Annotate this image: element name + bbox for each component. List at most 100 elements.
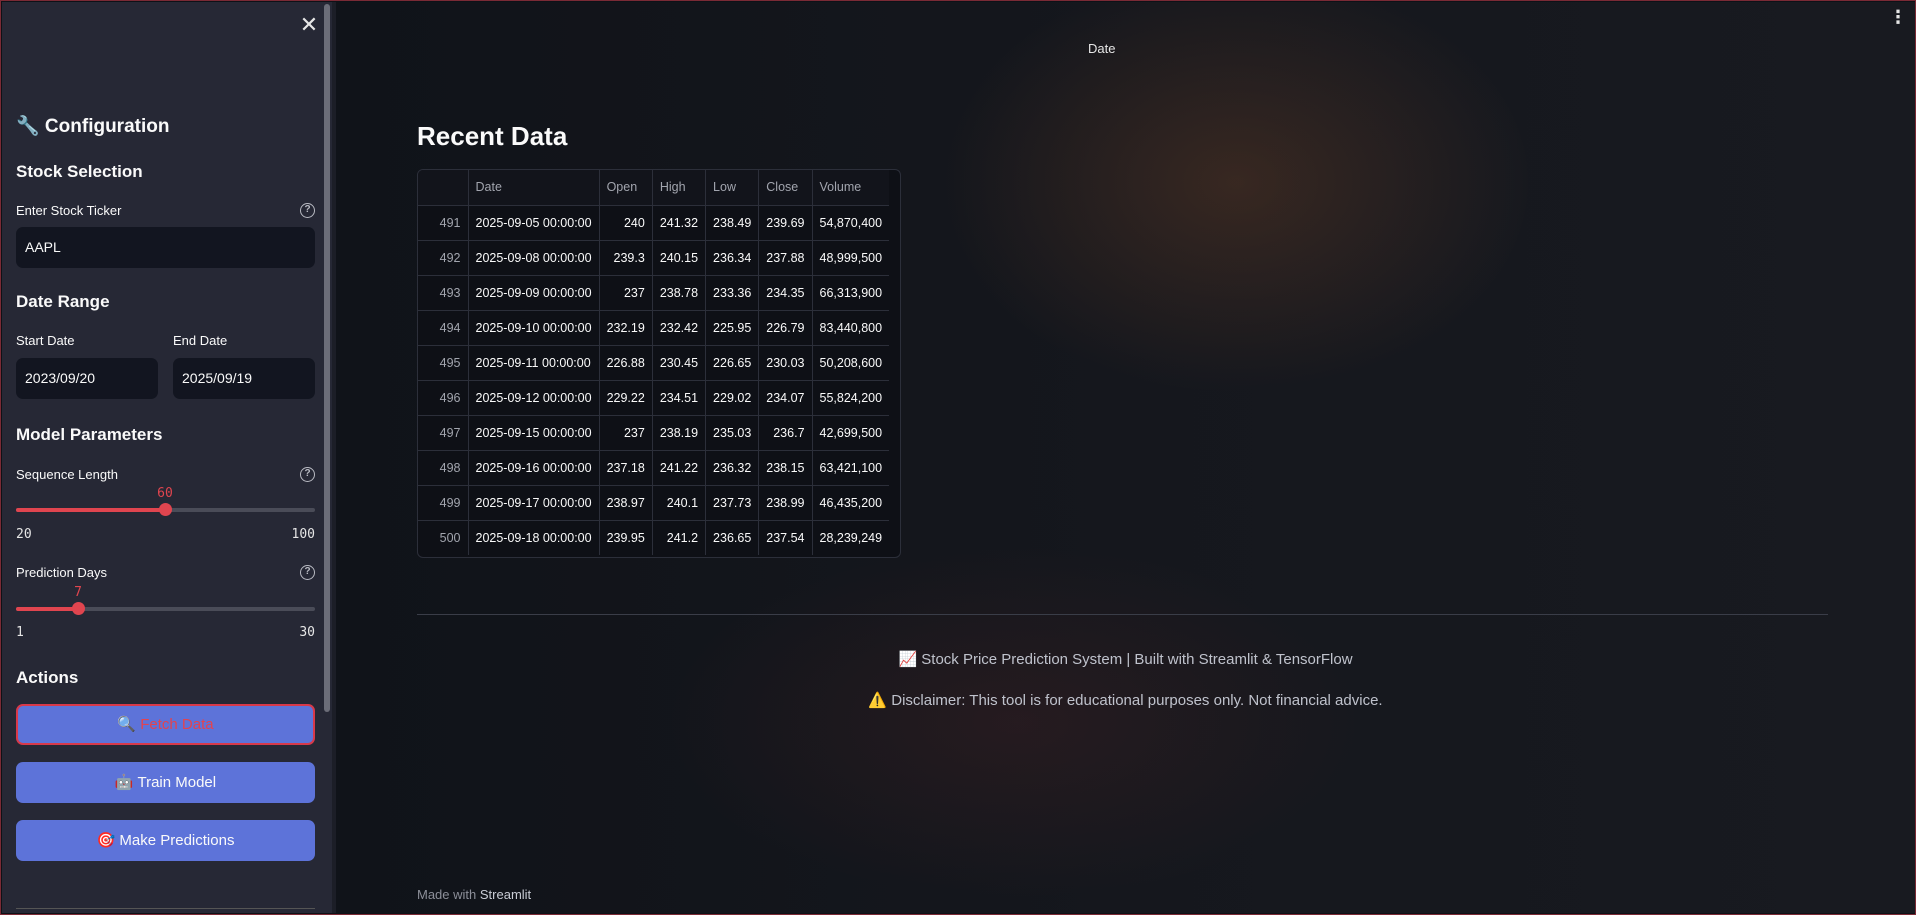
- ticker-help-icon[interactable]: ?: [300, 203, 315, 218]
- streamlit-link[interactable]: Streamlit: [480, 887, 531, 902]
- sidebar: ✕ 🔧 Configuration Stock Selection Enter …: [2, 2, 332, 913]
- table-row[interactable]: 495 2025-09-11 00:00:00 226.88 230.45 226.65…: [418, 345, 890, 381]
- row-index-cell: 497: [418, 415, 469, 451]
- footer-title: 📈 Stock Price Prediction System | Built …: [898, 651, 1353, 668]
- table-cell: 238.97: [599, 485, 653, 521]
- row-index-cell: 498: [418, 450, 469, 486]
- stock-selection-heading: Stock Selection: [16, 162, 143, 181]
- table-row[interactable]: 499 2025-09-17 00:00:00 238.97 240.1 237.73 2…: [418, 485, 890, 521]
- sidebar-divider: [16, 908, 315, 909]
- train-model-button[interactable]: 🤖 Train Model: [16, 762, 315, 803]
- table-cell: 239.95: [599, 520, 653, 555]
- table-cell: 42,699,500: [812, 415, 890, 451]
- table-cell: 234.51: [652, 380, 707, 416]
- sequence-length-label: Sequence Length: [16, 467, 118, 482]
- table-cell: 237.54: [758, 520, 813, 555]
- table-cell: 237: [599, 275, 653, 311]
- table-cell: 232.42: [652, 310, 707, 346]
- main-menu-icon[interactable]: ⋮: [1889, 8, 1907, 26]
- sidebar-scrollbar[interactable]: [324, 4, 330, 712]
- table-cell: 2025-09-05 00:00:00: [468, 205, 600, 241]
- table-row[interactable]: 493 2025-09-09 00:00:00 237 238.78 233.36 234…: [418, 275, 890, 311]
- table-cell: 48,999,500: [812, 240, 890, 276]
- table-header-cell[interactable]: Volume: [812, 170, 890, 206]
- table-header-row: Date Open High Low Close Volume: [418, 170, 890, 206]
- sequence-length-slider[interactable]: 60: [16, 486, 315, 516]
- table-cell: 236.7: [758, 415, 813, 451]
- table-cell: 2025-09-16 00:00:00: [468, 450, 600, 486]
- sidebar-title: 🔧 Configuration: [16, 116, 170, 137]
- table-cell: 236.65: [705, 520, 760, 555]
- table-header-cell[interactable]: Close: [758, 170, 813, 206]
- model-parameters-heading: Model Parameters: [16, 425, 163, 444]
- start-date-input[interactable]: 2023/09/20: [16, 358, 158, 399]
- table-cell: 2025-09-18 00:00:00: [468, 520, 600, 555]
- table-cell: 238.19: [652, 415, 707, 451]
- table-row[interactable]: 498 2025-09-16 00:00:00 237.18 241.22 236.32…: [418, 450, 890, 486]
- table-cell: 226.79: [758, 310, 813, 346]
- table-cell: 229.22: [599, 380, 653, 416]
- slider-fill: [16, 607, 78, 611]
- table-row[interactable]: 496 2025-09-12 00:00:00 229.22 234.51 229.02…: [418, 380, 890, 416]
- table-cell: 240: [599, 205, 653, 241]
- table-header-cell[interactable]: Open: [599, 170, 653, 206]
- table-row[interactable]: 492 2025-09-08 00:00:00 239.3 240.15 236.34 2…: [418, 240, 890, 276]
- date-range-heading: Date Range: [16, 292, 110, 311]
- end-date-input[interactable]: 2025/09/19: [173, 358, 315, 399]
- footer-disclaimer: ⚠️ Disclaimer: This tool is for educatio…: [868, 692, 1383, 709]
- table-cell: 238.99: [758, 485, 813, 521]
- table-cell: 55,824,200: [812, 380, 890, 416]
- slider-value: 7: [74, 585, 82, 600]
- table-cell: 234.35: [758, 275, 813, 311]
- slider-thumb[interactable]: [72, 602, 85, 615]
- table-row[interactable]: 491 2025-09-05 00:00:00 240 241.32 238.49 239…: [418, 205, 890, 241]
- table-row[interactable]: 497 2025-09-15 00:00:00 237 238.19 235.03 236…: [418, 415, 890, 451]
- table-cell: 230.03: [758, 345, 813, 381]
- actions-heading: Actions: [16, 668, 79, 687]
- recent-data-table[interactable]: Date Open High Low Close Volume 491 2025-09-05…: [417, 169, 901, 558]
- row-index-cell: 494: [418, 310, 469, 346]
- prediction-days-help-icon[interactable]: ?: [300, 565, 315, 580]
- table-cell: 2025-09-15 00:00:00: [468, 415, 600, 451]
- close-sidebar-icon[interactable]: ✕: [298, 14, 320, 36]
- table-cell: 226.88: [599, 345, 653, 381]
- table-header-cell[interactable]: [418, 170, 469, 206]
- ticker-label: Enter Stock Ticker: [16, 203, 122, 218]
- table-cell: 241.22: [652, 450, 707, 486]
- table-cell: 241.32: [652, 205, 707, 241]
- sequence-length-max: 100: [291, 527, 315, 542]
- footer-divider: [417, 614, 1828, 615]
- sequence-length-min: 20: [16, 527, 32, 542]
- table-header-cell[interactable]: Date: [468, 170, 600, 206]
- end-date-label: End Date: [173, 333, 228, 348]
- made-with-prefix: Made with: [417, 887, 477, 902]
- slider-thumb[interactable]: [159, 503, 172, 516]
- prediction-days-slider[interactable]: 7: [16, 585, 315, 615]
- table-cell: 2025-09-12 00:00:00: [468, 380, 600, 416]
- table-cell: 236.34: [705, 240, 760, 276]
- sequence-length-help-icon[interactable]: ?: [300, 467, 315, 482]
- make-predictions-button[interactable]: 🎯 Make Predictions: [16, 820, 315, 861]
- table-cell: 233.36: [705, 275, 760, 311]
- ticker-input[interactable]: AAPL: [16, 227, 315, 268]
- start-date-label: Start Date: [16, 333, 75, 348]
- slider-value: 60: [157, 486, 173, 501]
- table-cell: 50,208,600: [812, 345, 890, 381]
- table-cell: 238.49: [705, 205, 760, 241]
- prediction-days-min: 1: [16, 625, 24, 640]
- table-cell: 235.03: [705, 415, 760, 451]
- main-content: ⋮ Date Recent Data Date Open High Low Close V…: [336, 2, 1915, 913]
- table-cell: 28,239,249: [819, 530, 883, 545]
- chart-axis-label: Date: [1088, 41, 1116, 56]
- table-header-cell[interactable]: Low: [705, 170, 760, 206]
- row-index-cell: 492: [418, 240, 469, 276]
- table-cell: 238.78: [652, 275, 707, 311]
- table-row[interactable]: 494 2025-09-10 00:00:00 232.19 232.42 225.95…: [418, 310, 890, 346]
- row-index-cell: 499: [418, 485, 469, 521]
- fetch-data-button[interactable]: 🔍 Fetch Data: [16, 704, 315, 745]
- table-row[interactable]: 500 2025-09-18 00:00:00 239.95 241.2 236.65 2…: [418, 520, 889, 555]
- table-cell: 237: [599, 415, 653, 451]
- table-cell: 230.45: [652, 345, 707, 381]
- table-header-cell[interactable]: High: [652, 170, 707, 206]
- table-cell: 240.15: [652, 240, 707, 276]
